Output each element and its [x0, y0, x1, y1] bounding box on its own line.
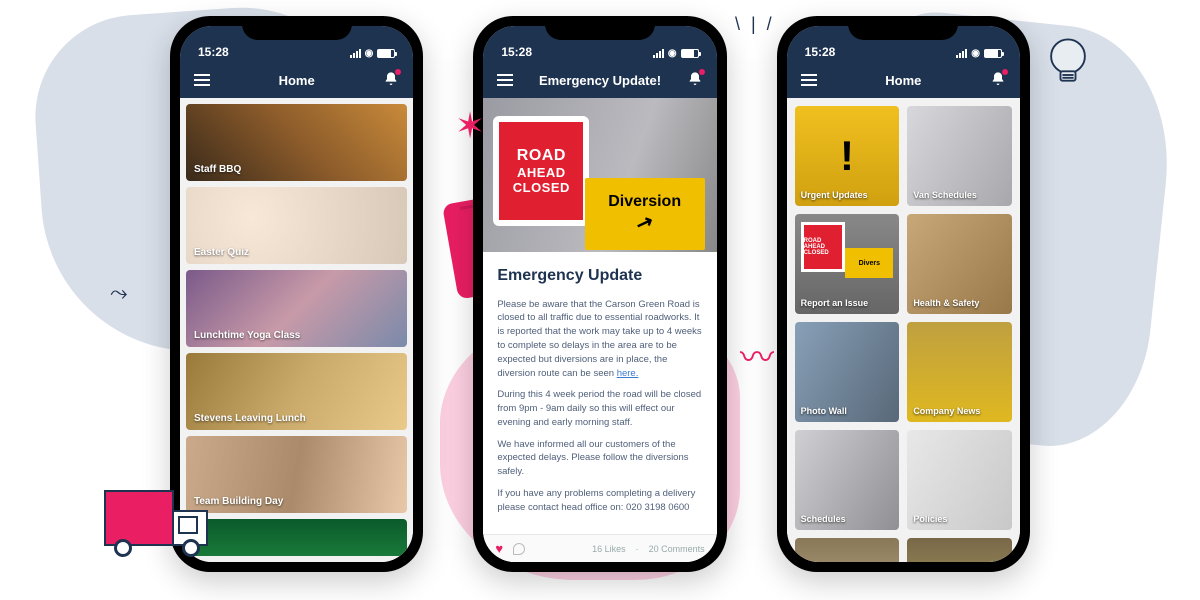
tile-label: Health & Safety — [913, 298, 979, 308]
road-closed-sign: ROAD AHEAD CLOSED — [801, 222, 845, 272]
card-label: Stevens Leaving Lunch — [194, 413, 306, 424]
rays-doodle: \ | / — [735, 14, 775, 35]
battery-icon — [984, 49, 1002, 58]
menu-icon[interactable] — [801, 74, 817, 86]
tile-label: Policies — [913, 514, 947, 524]
comments-count: 20 Comments — [649, 544, 705, 554]
phone-notch — [848, 16, 958, 40]
feed-card[interactable]: Easter Quiz — [186, 187, 407, 264]
grid-tile[interactable] — [907, 538, 1012, 562]
phone-notch — [545, 16, 655, 40]
signal-icon — [653, 49, 664, 58]
status-time: 15:28 — [198, 45, 229, 59]
notifications-icon[interactable] — [383, 71, 399, 90]
status-time: 15:28 — [501, 45, 532, 59]
nav-bar: Home — [180, 62, 413, 98]
menu-icon[interactable] — [194, 74, 210, 86]
grid-tile-schedules[interactable]: Schedules — [795, 430, 900, 530]
battery-icon — [377, 49, 395, 58]
page-title: Home — [885, 73, 921, 88]
article-hero-image: ROAD AHEAD CLOSED Diversion ↙ — [483, 98, 716, 252]
phone-mockup-feed: 15:28 ◉ Home Staff BBQ Easter Quiz Lunch… — [170, 16, 423, 572]
feed-card[interactable]: Team Building Day — [186, 436, 407, 513]
battery-icon — [681, 49, 699, 58]
menu-icon[interactable] — [497, 74, 513, 86]
status-time: 15:28 — [805, 45, 836, 59]
article-paragraph: If you have any problems completing a de… — [497, 487, 702, 515]
diversion-sign: Divers — [845, 248, 893, 278]
like-icon[interactable]: ♥ — [495, 541, 503, 556]
road-closed-sign: ROAD AHEAD CLOSED — [493, 116, 589, 226]
notifications-icon[interactable] — [687, 71, 703, 90]
notification-dot — [699, 69, 705, 75]
grid-tile-van-schedules[interactable]: Van Schedules — [907, 106, 1012, 206]
comment-icon[interactable] — [513, 543, 525, 555]
feed-card[interactable] — [186, 519, 407, 556]
feed-card[interactable]: Lunchtime Yoga Class — [186, 270, 407, 347]
article-paragraph: During this 4 week period the road will … — [497, 388, 702, 429]
grid-tile-urgent-updates[interactable]: ! Urgent Updates — [795, 106, 900, 206]
phone-mockup-article: 15:28 ◉ Emergency Update! — [473, 16, 726, 572]
phone-mockup-grid: 15:28 ◉ Home ! Urgent Updates — [777, 16, 1030, 572]
notification-dot — [1002, 69, 1008, 75]
grid-tile-health-safety[interactable]: Health & Safety — [907, 214, 1012, 314]
article-paragraph: Please be aware that the Carson Green Ro… — [497, 298, 702, 381]
lightbulb-icon — [1038, 30, 1098, 95]
tile-label: Schedules — [801, 514, 846, 524]
nav-bar: Home — [787, 62, 1020, 98]
article-paragraph: We have informed all our customers of th… — [497, 438, 702, 479]
tile-label: Van Schedules — [913, 190, 977, 200]
notification-dot — [395, 69, 401, 75]
tile-label: Photo Wall — [801, 406, 847, 416]
grid-tile[interactable] — [795, 538, 900, 562]
likes-count: 16 Likes — [592, 544, 626, 554]
grid-tile-photo-wall[interactable]: Photo Wall — [795, 322, 900, 422]
article-footer: ♥ 16 Likes · 20 Comments — [483, 534, 716, 562]
tile-label: Urgent Updates — [801, 190, 868, 200]
grid-tile-report-issue[interactable]: ROAD AHEAD CLOSED Divers Report an Issue — [795, 214, 900, 314]
card-label: Staff BBQ — [194, 164, 241, 175]
grid-tile-policies[interactable]: Policies — [907, 430, 1012, 530]
nav-bar: Emergency Update! — [483, 62, 716, 98]
feed-card[interactable]: Stevens Leaving Lunch — [186, 353, 407, 430]
signal-icon — [956, 49, 967, 58]
grid-tile-company-news[interactable]: Company News — [907, 322, 1012, 422]
diversion-sign: Diversion ↙ — [585, 178, 705, 250]
article-heading: Emergency Update — [497, 264, 702, 287]
phone-notch — [242, 16, 352, 40]
article-body: Emergency Update Please be aware that th… — [483, 252, 716, 534]
exclamation-icon: ! — [840, 132, 854, 180]
page-title: Home — [279, 73, 315, 88]
star-doodle: ✶ — [455, 105, 485, 147]
signal-icon — [350, 49, 361, 58]
card-label: Lunchtime Yoga Class — [194, 330, 300, 341]
tile-label: Report an Issue — [801, 298, 869, 308]
feed-card[interactable]: Staff BBQ — [186, 104, 407, 181]
card-label: Team Building Day — [194, 496, 283, 507]
page-title: Emergency Update! — [539, 73, 661, 88]
squiggle-doodle: 〰 — [740, 330, 774, 379]
here-link[interactable]: here. — [617, 368, 639, 379]
wifi-icon: ◉ — [365, 48, 374, 59]
tile-label: Company News — [913, 406, 980, 416]
card-label: Easter Quiz — [194, 247, 249, 258]
truck-icon — [104, 490, 174, 546]
squiggle-doodle: ⤳ — [110, 280, 128, 306]
wifi-icon: ◉ — [971, 48, 980, 59]
notifications-icon[interactable] — [990, 71, 1006, 90]
wifi-icon: ◉ — [668, 48, 677, 59]
